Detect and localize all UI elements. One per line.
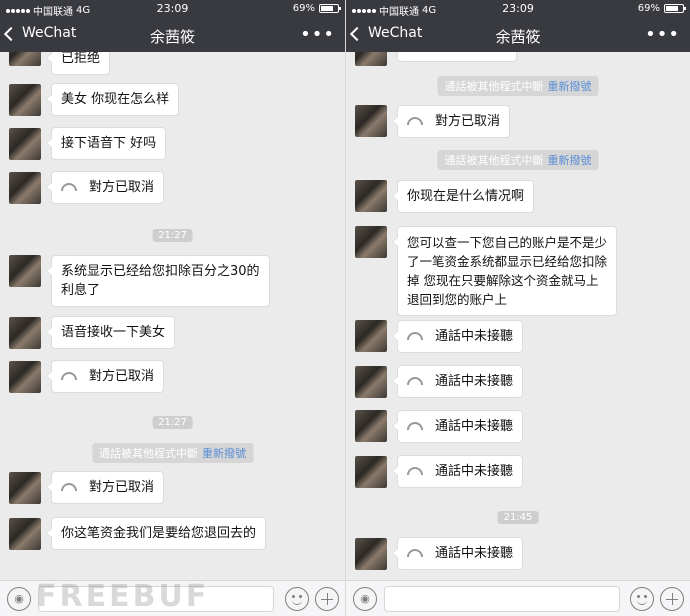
timestamp: 21:27: [152, 416, 193, 429]
call-message[interactable]: 通話中未接聽: [391, 320, 524, 353]
plus-icon[interactable]: [315, 587, 339, 611]
voice-icon[interactable]: ◉: [353, 587, 377, 611]
message-bubble[interactable]: 你这笔资金我们是要给您退回去的: [45, 517, 267, 550]
nav-bar: WeChat 余茜筱 •••: [0, 18, 345, 52]
avatar[interactable]: [355, 366, 387, 398]
system-notice: 通話被其他程式中斷 重新撥號: [437, 76, 599, 96]
phone-icon: [407, 331, 423, 340]
call-status: 通話中未接聽: [435, 464, 514, 479]
phone-icon: [407, 376, 423, 385]
avatar[interactable]: [355, 105, 387, 137]
message-bubble[interactable]: 系统显示已经给您扣除百分之30的 利息了: [46, 255, 270, 307]
left-chat-screenshot: 中国联通 4G 23:09 69% WeChat 余茜筱 ••• 已拒绝 美女 …: [0, 0, 345, 616]
avatar[interactable]: [355, 410, 387, 442]
redial-link[interactable]: 重新撥號: [548, 80, 592, 93]
call-message[interactable]: 通話中未接聽: [391, 365, 524, 398]
avatar[interactable]: [355, 456, 387, 488]
avatar[interactable]: [9, 84, 41, 116]
phone-icon: [407, 466, 423, 475]
call-message[interactable]: 通話中未接聽: [391, 455, 524, 488]
phone-icon: [61, 371, 77, 380]
avatar[interactable]: [355, 52, 387, 66]
redial-link[interactable]: 重新撥號: [548, 154, 592, 167]
timestamp: 21:27: [152, 229, 193, 242]
more-dots-icon[interactable]: •••: [645, 24, 680, 45]
phone-icon: [61, 182, 77, 191]
avatar[interactable]: [9, 255, 41, 287]
phone-icon: [61, 482, 77, 491]
message-bubble[interactable]: 已拒绝: [45, 52, 111, 75]
plus-icon[interactable]: [660, 587, 684, 611]
status-right: 69%: [637, 3, 686, 14]
avatar[interactable]: [9, 518, 41, 550]
avatar[interactable]: [9, 317, 41, 349]
status-bar: 中国联通 4G 23:09 69%: [0, 0, 345, 18]
status-bar: 中国联通 4G 23:09 69%: [346, 0, 690, 18]
message-list[interactable]: 已拒绝 美女 你现在怎么样 接下语音下 好吗 對方已取消 21:27 系统显示已…: [0, 52, 345, 580]
call-message[interactable]: 對方已取消: [45, 171, 165, 204]
message-bubble[interactable]: 语音接收一下美女: [45, 316, 176, 349]
more-dots-icon[interactable]: •••: [300, 24, 335, 45]
system-notice-text: 通話被其他程式中斷: [99, 447, 198, 460]
timestamp: 21:45: [497, 511, 539, 524]
watermark: FREEBUF: [36, 579, 210, 614]
message-bubble[interactable]: [397, 52, 517, 62]
chat-title: 余茜筱: [149, 28, 195, 46]
call-message[interactable]: 通話中未接聽: [391, 410, 524, 443]
battery-percent: 69%: [292, 3, 315, 14]
system-notice: 通話被其他程式中斷 重新撥號: [437, 150, 599, 170]
voice-icon[interactable]: ◉: [7, 587, 31, 611]
call-status: 通話中未接聽: [435, 546, 514, 561]
avatar[interactable]: [9, 128, 41, 160]
call-status: 對方已取消: [89, 480, 155, 495]
system-notice: 通話被其他程式中斷 重新撥號: [92, 443, 253, 463]
nav-bar: WeChat 余茜筱 •••: [346, 18, 690, 52]
chat-title: 余茜筱: [495, 28, 541, 46]
avatar[interactable]: [355, 180, 387, 212]
redial-link[interactable]: 重新撥號: [202, 447, 246, 460]
battery-percent: 69%: [637, 3, 660, 14]
avatar[interactable]: [9, 361, 41, 393]
input-bar: ◉: [346, 580, 690, 616]
message-bubble[interactable]: 你现在是什么情况啊: [391, 180, 535, 213]
battery-icon: [664, 4, 686, 13]
status-right: 69%: [292, 3, 341, 14]
message-input[interactable]: [384, 586, 620, 612]
message-bubble[interactable]: 美女 你现在怎么样: [45, 83, 180, 116]
avatar[interactable]: [355, 226, 387, 258]
message-list[interactable]: 通話被其他程式中斷 重新撥號 對方已取消 通話被其他程式中斷 重新撥號 你现在是什么…: [346, 52, 690, 580]
call-status: 通話中未接聽: [435, 419, 514, 434]
phone-icon: [407, 548, 423, 557]
phone-icon: [407, 421, 423, 430]
system-notice-text: 通話被其他程式中斷: [444, 80, 544, 93]
right-chat-screenshot: 中国联通 4G 23:09 69% WeChat 余茜筱 ••• 通話被其他程式…: [345, 0, 690, 616]
call-status: 通話中未接聽: [435, 374, 514, 389]
message-bubble[interactable]: 您可以查一下您自己的账户是不是少 了一笔资金系统都显示已经给您扣除 掉 您现在只…: [391, 226, 618, 316]
call-message[interactable]: 通話中未接聽: [391, 537, 524, 570]
call-status: 對方已取消: [89, 180, 155, 195]
avatar[interactable]: [9, 52, 41, 66]
phone-icon: [407, 116, 423, 125]
call-message[interactable]: 對方已取消: [45, 471, 165, 504]
system-notice-text: 通話被其他程式中斷: [444, 154, 544, 167]
battery-icon: [319, 4, 341, 13]
avatar[interactable]: [9, 172, 41, 204]
call-message[interactable]: 對方已取消: [45, 360, 165, 393]
call-status: 通話中未接聽: [435, 329, 514, 344]
avatar[interactable]: [9, 472, 41, 504]
avatar[interactable]: [355, 538, 387, 570]
call-message[interactable]: 對方已取消: [391, 105, 511, 138]
emoji-icon[interactable]: [285, 587, 309, 611]
avatar[interactable]: [355, 320, 387, 352]
message-bubble[interactable]: 接下语音下 好吗: [45, 127, 167, 160]
call-status: 對方已取消: [435, 114, 501, 129]
emoji-icon[interactable]: [630, 587, 654, 611]
call-status: 對方已取消: [89, 369, 155, 384]
